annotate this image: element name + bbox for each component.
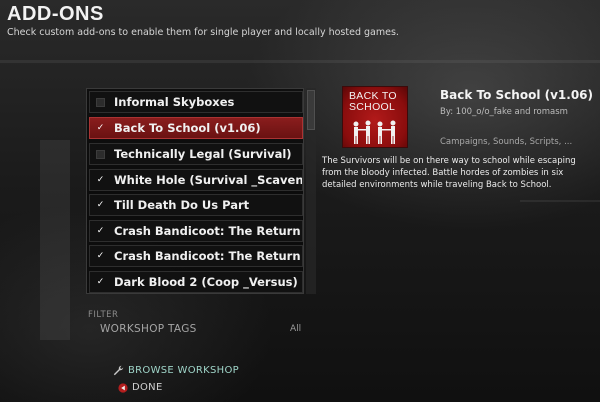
addon-list-item[interactable]: ✓ Crash Bandicoot: The Return o bbox=[89, 220, 303, 242]
addon-list-item-label: Crash Bandicoot: The Return o bbox=[114, 249, 302, 263]
done-label: DONE bbox=[132, 382, 163, 393]
addon-list-item[interactable]: ✓ Till Death Do Us Part bbox=[89, 194, 303, 216]
done-button[interactable]: DONE bbox=[117, 382, 163, 393]
back-arrow-icon bbox=[117, 382, 128, 393]
checkmark-icon[interactable]: ✓ bbox=[96, 226, 105, 236]
wrench-icon bbox=[113, 365, 124, 376]
survivors-silhouette-icon bbox=[353, 120, 396, 144]
addon-list-item-label: Till Death Do Us Part bbox=[114, 198, 250, 212]
addon-detail-tags: Campaigns, Sounds, Scripts, ... bbox=[440, 137, 573, 147]
browse-workshop-button[interactable]: BROWSE WORKSHOP bbox=[113, 365, 239, 376]
checkbox[interactable] bbox=[96, 149, 105, 159]
browse-workshop-label: BROWSE WORKSHOP bbox=[128, 365, 239, 376]
addon-list: Informal Skyboxes ✓ Back To School (v1.06)… bbox=[86, 88, 304, 294]
addon-list-item[interactable]: ✓ Dark Blood 2 (Coop _Versus) bbox=[89, 271, 303, 293]
checkmark-icon[interactable]: ✓ bbox=[96, 251, 105, 261]
workshop-tags-dropdown[interactable]: WORKSHOP TAGS bbox=[100, 323, 197, 335]
addon-detail-author: By: 100_o/o_fake and romasm bbox=[440, 107, 568, 117]
addon-list-item[interactable]: Informal Skyboxes bbox=[89, 91, 303, 113]
addon-list-scrollbar[interactable] bbox=[306, 88, 316, 294]
filter-label: FILTER bbox=[88, 310, 119, 320]
workshop-tags-value[interactable]: All bbox=[290, 324, 301, 334]
checkmark-icon[interactable]: ✓ bbox=[96, 123, 105, 133]
addon-thumbnail: BACK TO SCHOOL bbox=[342, 86, 408, 148]
addon-thumbnail-title: BACK TO SCHOOL bbox=[349, 90, 397, 113]
addon-list-item[interactable]: ✓ White Hole (Survival _Scavenge bbox=[89, 169, 303, 191]
addon-list-item-label: Informal Skyboxes bbox=[114, 95, 235, 109]
addon-list-item[interactable]: ✓ Crash Bandicoot: The Return o bbox=[89, 245, 303, 267]
addon-list-item[interactable]: ✓ Back To School (v1.06) bbox=[89, 117, 303, 139]
addon-list-item-label: Crash Bandicoot: The Return o bbox=[114, 224, 302, 238]
addon-list-item-label: Back To School (v1.06) bbox=[114, 121, 261, 135]
checkmark-icon[interactable]: ✓ bbox=[96, 200, 105, 210]
addon-list-item-label: Technically Legal (Survival) bbox=[114, 147, 292, 161]
addon-detail-description: The Survivors will be on there way to sc… bbox=[322, 156, 576, 190]
addon-list-item-label: Dark Blood 2 (Coop _Versus) bbox=[114, 275, 298, 289]
addon-list-item-label: White Hole (Survival _Scavenge bbox=[114, 173, 302, 187]
page-title: ADD-ONS bbox=[7, 3, 104, 25]
addon-list-item[interactable]: Technically Legal (Survival) bbox=[89, 143, 303, 165]
scrollbar-thumb[interactable] bbox=[307, 90, 315, 130]
page-subtitle: Check custom add-ons to enable them for … bbox=[7, 27, 399, 38]
addon-detail-title: Back To School (v1.06) bbox=[440, 88, 594, 102]
checkbox[interactable] bbox=[96, 97, 105, 107]
checkmark-icon[interactable]: ✓ bbox=[96, 277, 105, 287]
checkmark-icon[interactable]: ✓ bbox=[96, 175, 105, 185]
